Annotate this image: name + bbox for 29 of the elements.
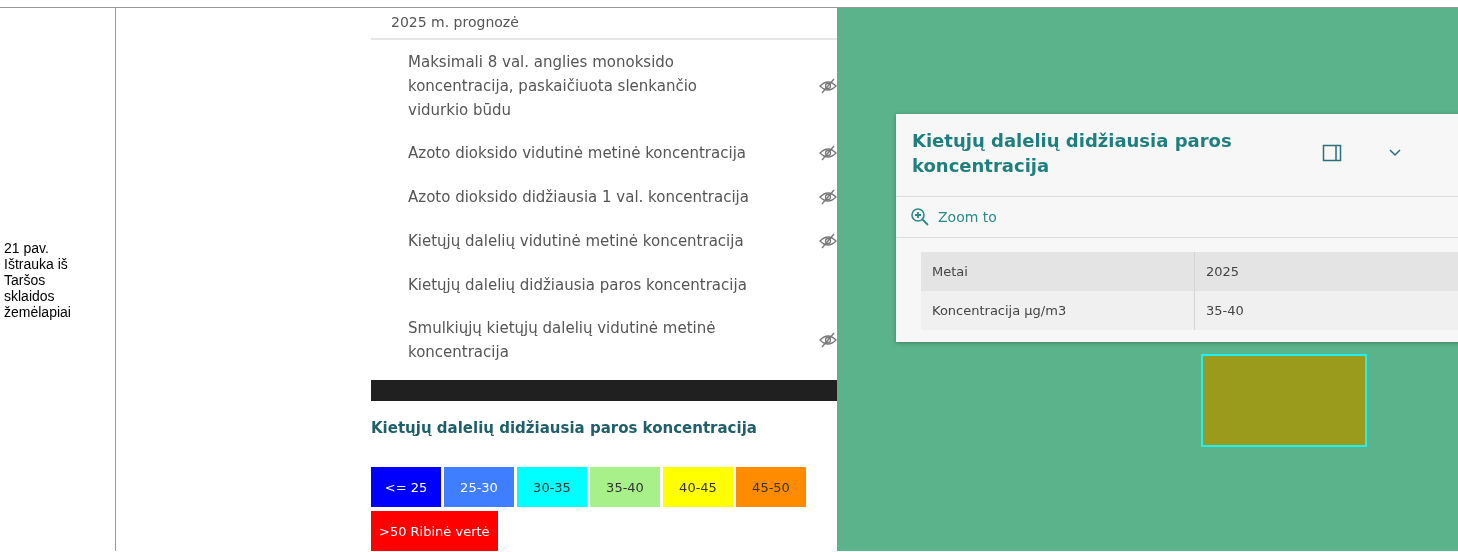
layer-label[interactable]: Smulkiųjų kietųjų dalelių vidutinė metinė koncentracija	[408, 316, 778, 364]
eye-slash-icon[interactable]	[819, 145, 837, 161]
field-value-cell-text: 2025	[1205, 263, 1241, 281]
eye-slash-icon[interactable]	[819, 332, 837, 348]
field-value-cell-text: 35-40	[1205, 302, 1245, 320]
legend-swatch: <= 25	[371, 467, 441, 507]
layer-label[interactable]: Azoto dioksido didžiausia 1 val. koncentracija	[408, 185, 778, 209]
layer-group-title[interactable]: 2025 m. prognozė	[371, 8, 837, 40]
legend-swatch: 30-35	[517, 467, 587, 507]
legend-swatch: 40-45	[663, 467, 733, 507]
popup-title: Kietųjų dalelių didžiausia paros koncentracija	[912, 129, 1233, 178]
eye-slash-icon[interactable]	[819, 189, 837, 205]
figure-caption: 21 pav. Ištrauka iš Taršos sklaidos žemėlapiai	[0, 7, 116, 551]
zoom-in-icon	[910, 207, 930, 227]
layer-label[interactable]: Maksimali 8 val. anglies monoksido koncentracija, paskaičiuota slenkančio vidurkio būdu	[408, 50, 738, 122]
chevron-down-icon[interactable]	[1388, 148, 1402, 158]
layer-label[interactable]: Azoto dioksido vidutinė metinė koncentracija	[408, 141, 778, 165]
legend-title: Kietųjų dalelių didžiausia paros koncentracija	[371, 418, 758, 437]
legend-swatch: >50 Ribinė vertė	[371, 511, 498, 551]
dock-icon[interactable]	[1322, 143, 1342, 163]
field-name-cell: Koncentracija µg/m3	[921, 291, 1195, 330]
legend-swatch: 25-30	[444, 467, 514, 507]
zoom-to-button[interactable]: Zoom to	[896, 197, 1458, 238]
eye-slash-icon[interactable]	[819, 233, 837, 249]
layer-label[interactable]: Kietųjų dalelių didžiausia paros koncentracija	[408, 273, 778, 297]
layer-label[interactable]: Kietųjų dalelių vidutinė metinė koncentracija	[408, 229, 778, 253]
eye-slash-icon[interactable]	[819, 78, 837, 94]
legend-swatch: 45-50	[736, 467, 806, 507]
legend-swatch: 35-40	[590, 467, 660, 507]
